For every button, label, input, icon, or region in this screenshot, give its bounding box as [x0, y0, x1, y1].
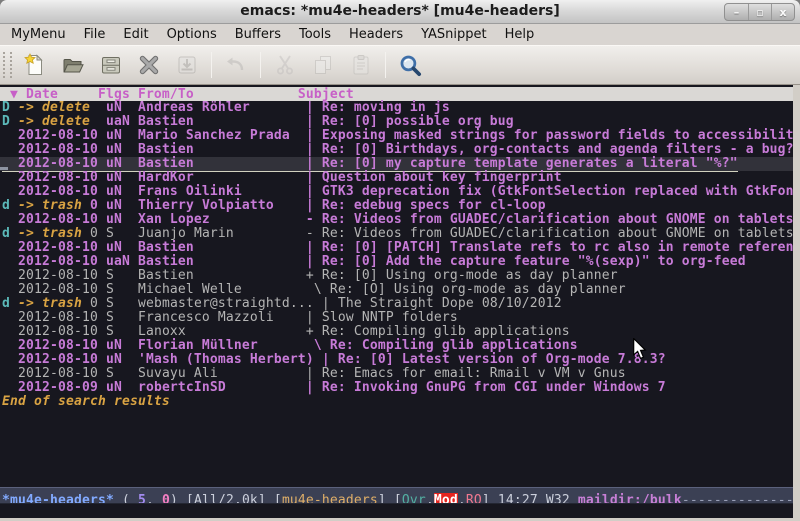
message-row[interactable]: D -> delete uN Andreas Röhler | Re: movi… — [2, 101, 793, 115]
message-row[interactable]: 2012-08-09 uN robertcInSD | Re: Invoking… — [2, 381, 793, 395]
mouse-cursor — [632, 338, 647, 364]
copy-icon — [304, 49, 342, 81]
modeline-segment-plain: , — [458, 493, 466, 504]
message-row[interactable]: 2012-08-10 uaN Bastien | Re: [0] Add the… — [2, 255, 793, 269]
mu4e-headers-buffer: ▼ Date Flgs From/To Subject D -> delete … — [0, 85, 793, 518]
message-row[interactable]: 2012-08-10 uN Xan Lopez - Re: Videos fro… — [2, 213, 793, 227]
paste-icon — [342, 49, 380, 81]
message-row[interactable]: 2012-08-10 S Francesco Mazzoli | Slow NN… — [2, 311, 793, 325]
menu-headers[interactable]: Headers — [340, 25, 412, 44]
message-row[interactable]: 2012-08-10 S Lanoxx + Re: Compiling glib… — [2, 325, 793, 339]
message-row[interactable]: D -> delete uaN Bastien | Re: [0] possib… — [2, 115, 793, 129]
menu-tools[interactable]: Tools — [290, 25, 340, 44]
undo-icon — [217, 49, 255, 81]
tool-bar — [0, 45, 800, 85]
toolbar-separator — [385, 52, 386, 78]
modeline-segment-plain: ) [All/2.0k] [ — [170, 493, 282, 504]
menu-yasnippet[interactable]: YASnippet — [412, 25, 496, 44]
menu-buffers[interactable]: Buffers — [226, 25, 290, 44]
menu-edit[interactable]: Edit — [114, 25, 157, 44]
menu-help[interactable]: Help — [496, 25, 544, 44]
modeline-segment-dashes: ----------------------------------------… — [682, 493, 793, 504]
modeline-segment-num-pink: 0 — [162, 493, 170, 504]
modeline-segment-ro: RO — [466, 493, 482, 504]
close-button[interactable]: x — [771, 4, 794, 20]
modeline-segment-ovr: Ovr — [402, 493, 426, 504]
close-buffer-icon[interactable] — [130, 49, 168, 81]
message-row[interactable]: 2012-08-10 S Bastien + Re: [0] Using org… — [2, 269, 793, 283]
window-title: emacs: *mu4e-headers* [mu4e-headers] — [0, 3, 800, 19]
mode-line[interactable]: *mu4e-headers* ( 5, 0) [All/2.0k] [mu4e-… — [0, 487, 793, 504]
message-row[interactable]: 2012-08-10 uN Bastien | Re: [0] [PATCH] … — [2, 241, 793, 255]
modeline-segment-plain: ] [ — [378, 493, 402, 504]
window-buttons: –▫x — [724, 3, 795, 21]
message-row[interactable]: 2012-08-10 uN HardKor | Question about k… — [2, 171, 793, 185]
modeline-segment-mode: mu4e-headers — [282, 493, 378, 504]
message-row[interactable]: 2012-08-10 uN Bastien | Re: [0] my captu… — [0, 157, 793, 171]
open-folder-icon[interactable] — [54, 49, 92, 81]
emacs-window: emacs: *mu4e-headers* [mu4e-headers] –▫x… — [0, 0, 800, 521]
message-row[interactable]: d -> trash 0 S webmaster@straightd... | … — [2, 297, 793, 311]
new-file-icon[interactable] — [16, 49, 54, 81]
modeline-segment-plain: ] 14:27 W32 — [482, 493, 578, 504]
search-icon[interactable] — [391, 49, 429, 81]
save-as-icon — [168, 49, 206, 81]
message-row[interactable]: 2012-08-10 S Michael Welle \ Re: [O] Usi… — [2, 283, 793, 297]
toolbar-separator — [211, 52, 212, 78]
message-row[interactable]: 2012-08-10 uN Florian Müllner \ Re: Comp… — [2, 339, 793, 353]
buffer-empty-space — [0, 409, 793, 487]
modeline-segment-folder: maildir:/bulk — [578, 493, 682, 504]
cut-icon — [266, 49, 304, 81]
menu-mymenu[interactable]: MyMenu — [2, 25, 75, 44]
modeline-segment-num-violet: 5 — [138, 493, 146, 504]
message-row[interactable]: 2012-08-10 S Suvayu Ali | Re: Emacs for … — [2, 367, 793, 381]
toolbar-grip-icon — [3, 52, 12, 78]
menu-bar: MyMenuFileEditOptionsBuffersToolsHeaders… — [0, 24, 800, 45]
minimize-button[interactable]: – — [725, 4, 748, 20]
headers-column-header: ▼ Date Flgs From/To Subject — [0, 87, 793, 101]
modeline-segment-plain: ( — [114, 493, 138, 504]
menu-file[interactable]: File — [75, 25, 115, 44]
modeline-segment-buffer: *mu4e-headers* — [2, 493, 114, 504]
modeline-segment-mod: Mod — [434, 493, 458, 504]
maximize-button[interactable]: ▫ — [748, 4, 771, 20]
menu-options[interactable]: Options — [158, 25, 226, 44]
title-bar[interactable]: emacs: *mu4e-headers* [mu4e-headers] –▫x — [0, 0, 800, 24]
echo-area[interactable] — [0, 504, 793, 518]
message-row[interactable]: 2012-08-10 uN Frans Oilinki | GTK3 depre… — [2, 185, 793, 199]
message-row[interactable]: d -> trash 0 uN Thierry Volpiatto | Re: … — [2, 199, 793, 213]
modeline-segment-plain: , — [426, 493, 434, 504]
message-list: D -> delete uN Andreas Röhler | Re: movi… — [0, 101, 793, 395]
toolbar-separator — [260, 52, 261, 78]
save-box-icon[interactable] — [92, 49, 130, 81]
message-row[interactable]: 2012-08-10 uN Mario Sanchez Prada | Expo… — [2, 129, 793, 143]
fringe-mark — [0, 167, 8, 170]
message-row[interactable]: d -> trash 0 S Juanjo Marin - Re: Videos… — [2, 227, 793, 241]
message-row[interactable]: 2012-08-10 uN 'Mash (Thomas Herbert) | R… — [2, 353, 793, 367]
end-of-results-label: End of search results — [0, 395, 793, 409]
modeline-segment-plain: , — [146, 493, 162, 504]
message-row[interactable]: 2012-08-10 uN Bastien | Re: [0] Birthday… — [2, 143, 793, 157]
window-right-border — [793, 85, 800, 521]
